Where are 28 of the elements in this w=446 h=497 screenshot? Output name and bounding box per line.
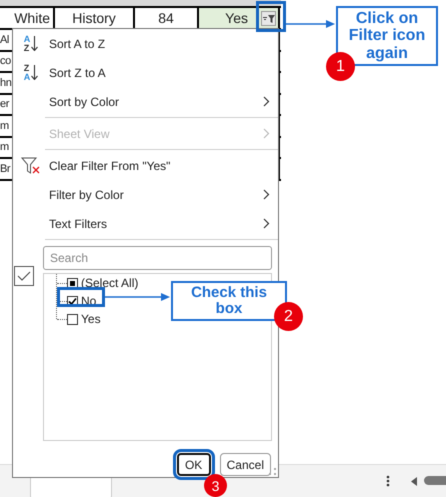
arrow-down-icon — [31, 65, 38, 80]
step-badge: 1 — [326, 52, 355, 81]
step-badge: 2 — [274, 302, 303, 331]
chevron-right-icon — [263, 218, 270, 229]
more-icon[interactable] — [386, 475, 390, 487]
checkbox[interactable] — [67, 278, 78, 288]
clear-filter-icon — [21, 156, 41, 174]
arrow-down-icon — [31, 36, 38, 51]
chevron-right-icon — [263, 128, 270, 139]
value-label: (Select All) — [81, 276, 138, 290]
cancel-button[interactable]: Cancel — [220, 453, 271, 476]
search-field[interactable]: Search — [43, 246, 272, 270]
value-label: Yes — [81, 312, 101, 326]
resize-grip-icon[interactable] — [269, 468, 276, 475]
arrow — [105, 292, 171, 302]
chevron-right-icon — [263, 189, 270, 200]
menu-item[interactable]: Text Filters — [13, 209, 278, 238]
scroll-left-icon[interactable] — [411, 477, 417, 486]
sort-order-label: A Z — [24, 34, 30, 52]
checkbox[interactable] — [67, 314, 78, 324]
filter-button[interactable] — [261, 11, 276, 26]
scrollbar-thumb[interactable] — [424, 476, 446, 485]
highlight-frame — [256, 1, 286, 32]
funnel-icon — [262, 14, 274, 24]
chevron-right-icon — [263, 96, 270, 107]
menu-item[interactable]: Filter by Color — [13, 180, 278, 209]
checkmark-toggle-icon[interactable] — [14, 266, 34, 286]
highlight-frame — [57, 287, 105, 307]
